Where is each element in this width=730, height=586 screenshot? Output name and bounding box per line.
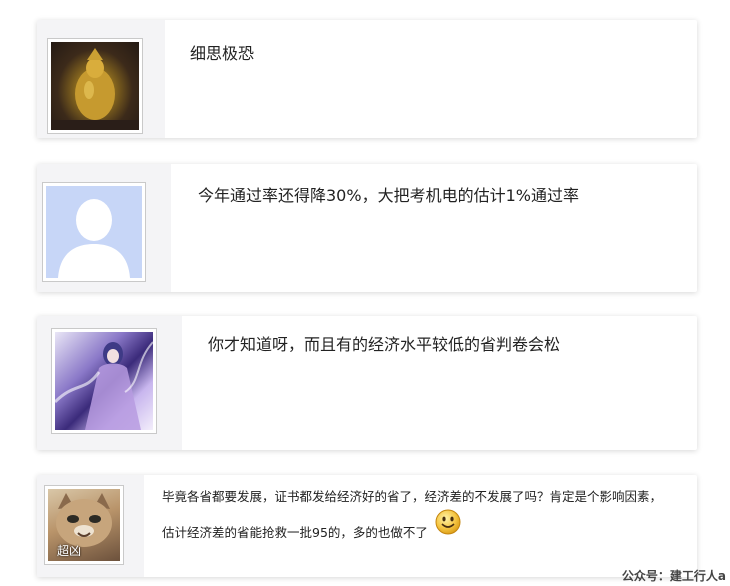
comment-text: 细思极恐 — [190, 44, 255, 63]
comment-card: 细思极恐 — [37, 20, 697, 138]
comment-text: 你才知道呀，而且有的经济水平较低的省判卷会松 — [208, 335, 561, 354]
avatar[interactable] — [47, 38, 143, 134]
watermark: 公众号：建工行人a — [621, 569, 726, 583]
avatar-image — [51, 42, 139, 130]
avatar[interactable] — [42, 182, 146, 282]
avatar-image: 超凶 — [48, 489, 120, 561]
avatar[interactable] — [51, 328, 157, 434]
comment-card: 今年通过率还得降30%，大把考机电的估计1%通过率 — [37, 164, 697, 292]
comment-text: 今年通过率还得降30%，大把考机电的估计1%通过率 — [198, 186, 579, 205]
default-avatar-icon — [46, 186, 142, 278]
comment-text-line-1: 毕竟各省都要发展，证书都发给经济好的省了，经济差的不发展了吗？肯定是个影响因素， — [162, 489, 663, 504]
comment-text-line-2: 估计经济差的省能抢救一批95的，多的也做不了 — [162, 525, 428, 540]
smiley-face-icon — [435, 509, 461, 535]
avatar-image — [55, 332, 153, 430]
avatar-caption: 超凶 — [57, 544, 82, 558]
comment-card: 你才知道呀，而且有的经济水平较低的省判卷会松 — [37, 316, 697, 450]
avatar[interactable]: 超凶 — [44, 485, 124, 565]
comment-card: 超凶 毕竟各省都要发展，证书都发给经济好的省了，经济差的不发展了吗？肯定是个影响… — [37, 475, 697, 577]
